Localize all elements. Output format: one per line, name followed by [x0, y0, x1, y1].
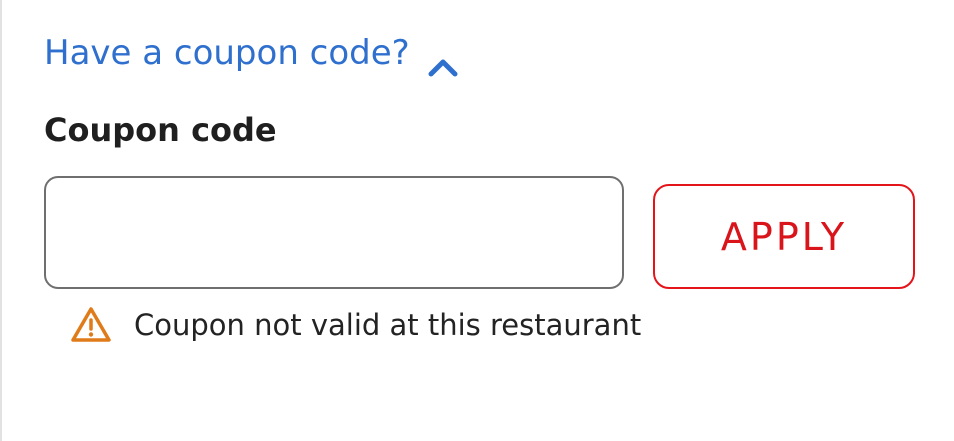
coupon-toggle-label: Have a coupon code?: [44, 33, 410, 73]
coupon-error-text: Coupon not valid at this restaurant: [134, 308, 642, 342]
warning-icon: [70, 305, 112, 345]
coupon-code-input[interactable]: [44, 176, 624, 289]
coupon-error-message: Coupon not valid at this restaurant: [70, 304, 641, 346]
apply-button[interactable]: APPLY: [653, 184, 915, 289]
chevron-up-icon: [428, 43, 458, 77]
coupon-toggle-link[interactable]: Have a coupon code?: [44, 30, 458, 77]
coupon-code-label: Coupon code: [44, 111, 277, 149]
